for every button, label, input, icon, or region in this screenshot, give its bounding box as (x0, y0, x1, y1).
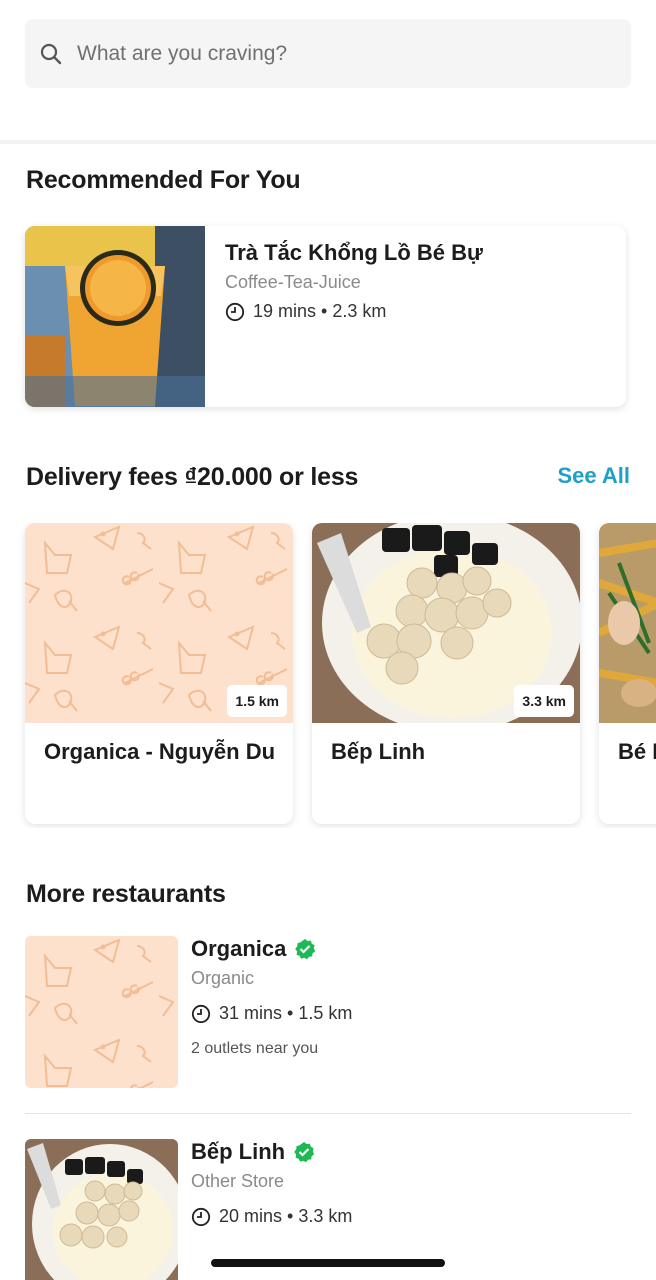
restaurant-name: Organica - Nguyễn Du (44, 739, 276, 764)
section-divider (0, 140, 656, 144)
dessert-image (25, 1139, 178, 1280)
carousel-card-be-n[interactable]: Bé N (599, 523, 656, 824)
delivery-time: 31 mins (219, 1003, 283, 1023)
delivery-section-title: Delivery fees ₫20.000 or less (26, 463, 359, 491)
outlets-link[interactable]: 2 outlets near you (191, 1040, 352, 1058)
carousel-card-organica[interactable]: 1.5 km Organica - Nguyễn Du (25, 523, 293, 824)
drink-image (25, 226, 205, 407)
delivery-meta: 20 mins • 3.3 km (191, 1206, 352, 1227)
delivery-meta: 19 mins • 2.3 km (225, 301, 483, 322)
clock-icon (225, 302, 245, 321)
distance: 3.3 km (298, 1206, 353, 1226)
search-icon (40, 43, 62, 64)
verified-badge-icon (294, 1142, 315, 1163)
placeholder-image (25, 936, 178, 1088)
restaurant-name: Organica (191, 936, 287, 961)
clock-icon (191, 1207, 211, 1226)
distance-badge: 3.3 km (514, 685, 574, 717)
restaurant-category: Other Store (191, 1171, 285, 1191)
restaurant-row-organica[interactable]: Organica Organic 31 mins • 1.5 km 2 outl… (25, 936, 631, 1088)
search-input[interactable] (77, 41, 577, 66)
recommended-card[interactable]: Trà Tắc Khổng Lồ Bé Bự Coffee-Tea-Juice … (25, 226, 626, 407)
placeholder-image: 1.5 km (25, 523, 293, 723)
restaurant-name: Bếp Linh (191, 1139, 286, 1164)
search-bar[interactable] (25, 19, 631, 88)
row-divider (25, 1113, 631, 1114)
meta-separator: • (316, 301, 333, 321)
clock-icon (191, 1004, 211, 1023)
restaurant-name: Bé N (618, 739, 656, 764)
meta-separator: • (282, 1003, 299, 1023)
distance-badge: 1.5 km (227, 685, 287, 717)
delivery-meta: 31 mins • 1.5 km (191, 1003, 352, 1024)
home-indicator[interactable] (211, 1259, 445, 1267)
restaurant-category: Coffee-Tea-Juice (225, 272, 361, 292)
dessert-image: 3.3 km (312, 523, 580, 723)
more-restaurants-title: More restaurants (26, 880, 226, 908)
distance: 2.3 km (332, 301, 387, 321)
distance: 1.5 km (298, 1003, 353, 1023)
carousel-card-bep-linh[interactable]: 3.3 km Bếp Linh (312, 523, 580, 824)
restaurant-name: Bếp Linh (331, 739, 426, 764)
delivery-carousel[interactable]: 1.5 km Organica - Nguyễn Du 3.3 km Bếp L… (0, 523, 656, 828)
restaurant-name: Trà Tắc Khổng Lồ Bé Bự (225, 240, 483, 265)
delivery-time: 20 mins (219, 1206, 283, 1226)
restaurant-category: Organic (191, 968, 255, 988)
salad-image (599, 523, 656, 723)
recommended-title: Recommended For You (26, 166, 301, 194)
see-all-link[interactable]: See All (557, 463, 630, 489)
delivery-time: 19 mins (253, 301, 317, 321)
verified-badge-icon (295, 939, 316, 960)
meta-separator: • (282, 1206, 299, 1226)
